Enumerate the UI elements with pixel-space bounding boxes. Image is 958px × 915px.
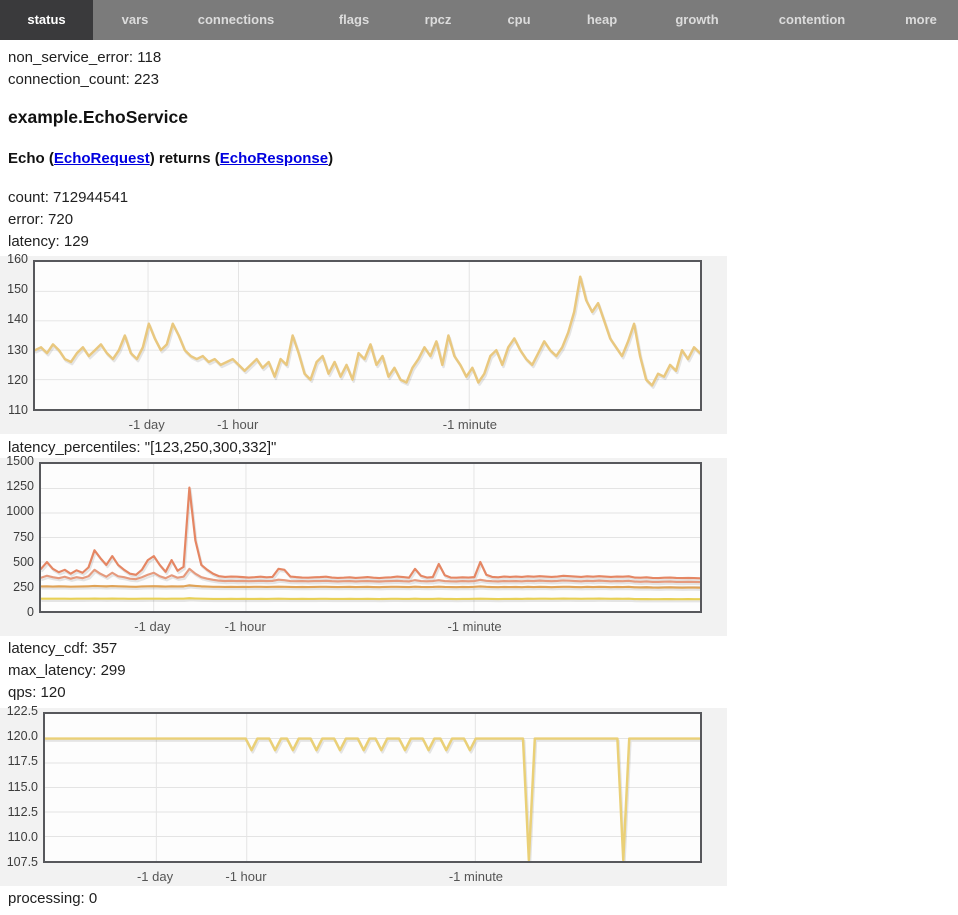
method-prefix: Echo ( <box>8 150 54 167</box>
metric-label: qps <box>8 684 41 701</box>
tab-heap[interactable]: heap <box>587 0 617 40</box>
metric-value: 120 <box>41 684 66 701</box>
y-tick-label: 110.0 <box>8 830 38 844</box>
x-tick-label: -1 hour <box>225 869 266 884</box>
y-axis: 110120130140150160 <box>0 256 33 415</box>
metric-latency-percentiles: latency_percentiles"[123,250,300,332]" <box>8 438 958 458</box>
metric-qps: qps120 <box>8 682 958 704</box>
metric-label: connection_count <box>8 71 134 88</box>
y-tick-label: 115.0 <box>8 780 38 794</box>
metric-value: 720 <box>48 211 73 228</box>
metric-label: latency_cdf <box>8 640 92 657</box>
tab-contention[interactable]: contention <box>779 0 845 40</box>
x-axis: -1 day -1 hour -1 minute <box>39 619 702 635</box>
x-tick-label: -1 minute <box>449 869 503 884</box>
y-tick-label: 500 <box>13 555 34 569</box>
metric-value: "[123,250,300,332]" <box>145 439 277 456</box>
top-nav-bar: status vars connections flags rpcz cpu heap gro… <box>0 0 958 40</box>
y-tick-label: 112.5 <box>8 805 38 819</box>
tab-status[interactable]: status <box>0 0 93 40</box>
plot-area <box>39 462 702 613</box>
bottom-metrics: processing0 <box>0 888 958 910</box>
x-tick-label: -1 day <box>129 417 165 432</box>
y-tick-label: 160 <box>7 252 28 266</box>
metric-value: 118 <box>137 49 161 66</box>
metric-label: latency <box>8 233 64 250</box>
x-tick-label: -1 minute <box>447 619 501 634</box>
y-tick-label: 117.5 <box>8 754 38 768</box>
metric-non-service-error: non_service_error118 <box>8 47 958 69</box>
tab-connections[interactable]: connections <box>198 0 275 40</box>
metric-latency: latency129 <box>8 231 958 253</box>
tab-cpu[interactable]: cpu <box>507 0 530 40</box>
metric-processing: processing0 <box>8 888 958 910</box>
y-tick-label: 120 <box>7 373 28 387</box>
y-tick-label: 1500 <box>6 454 34 468</box>
x-tick-label: -1 day <box>137 869 173 884</box>
mid-metrics: latency_cdf357 max_latency299 qps120 <box>0 638 958 704</box>
status-page: status vars connections flags rpcz cpu heap gro… <box>0 0 958 915</box>
metric-error: error720 <box>8 209 958 231</box>
metric-label: error <box>8 211 48 228</box>
method-signature: Echo (EchoRequest) returns (EchoResponse… <box>8 148 958 170</box>
tab-flags[interactable]: flags <box>339 0 369 40</box>
x-tick-label: -1 hour <box>217 417 258 432</box>
echo-response-link[interactable]: EchoResponse <box>220 150 328 167</box>
latency-percentiles-chart: 0250500750100012501500 -1 day-1 hour-1 m… <box>0 458 727 636</box>
method-mid: ) returns ( <box>150 150 220 167</box>
x-tick-label: -1 day <box>134 619 170 634</box>
tab-more[interactable]: more <box>905 0 937 40</box>
x-tick-label: -1 minute <box>443 417 497 432</box>
tab-growth[interactable]: growth <box>675 0 718 40</box>
y-tick-label: 250 <box>13 580 34 594</box>
metric-label: max_latency <box>8 662 101 679</box>
y-tick-label: 1250 <box>6 479 34 493</box>
global-metrics: non_service_error118 connection_count223 <box>0 47 958 91</box>
y-axis: 0250500750100012501500 <box>0 458 39 617</box>
x-axis: -1 day -1 hour -1 minute <box>33 417 702 433</box>
y-tick-label: 0 <box>27 605 34 619</box>
x-axis: -1 day -1 hour -1 minute <box>43 869 702 885</box>
metric-value: 223 <box>134 71 159 88</box>
metric-label: non_service_error <box>8 49 137 66</box>
y-tick-label: 122.5 <box>7 704 38 718</box>
x-tick-label: -1 hour <box>225 619 266 634</box>
plot-area <box>33 260 702 411</box>
service-title: example.EchoService <box>8 107 958 128</box>
y-tick-label: 110 <box>8 403 28 417</box>
y-axis: 107.5110.0112.5115.0117.5120.0122.5 <box>0 708 43 867</box>
metric-count: count712944541 <box>8 187 958 209</box>
echo-request-link[interactable]: EchoRequest <box>54 150 150 167</box>
tab-rpcz[interactable]: rpcz <box>425 0 452 40</box>
metric-value: 0 <box>89 890 97 907</box>
y-tick-label: 130 <box>7 343 28 357</box>
metric-value: 357 <box>92 640 117 657</box>
method-suffix: ) <box>328 150 333 167</box>
qps-chart: 107.5110.0112.5115.0117.5120.0122.5 -1 d… <box>0 708 727 886</box>
metric-label: count <box>8 189 53 206</box>
tab-vars[interactable]: vars <box>122 0 149 40</box>
y-tick-label: 150 <box>7 282 28 296</box>
y-tick-label: 107.5 <box>7 855 38 869</box>
metric-label: processing <box>8 890 89 907</box>
metric-value: 129 <box>64 233 89 250</box>
metric-connection-count: connection_count223 <box>8 69 958 91</box>
latency-trend-chart: 110120130140150160 -1 day-1 hour-1 minut… <box>0 256 727 434</box>
metric-latency-cdf: latency_cdf357 <box>8 638 958 660</box>
y-tick-label: 120.0 <box>7 729 38 743</box>
metric-value: 299 <box>101 662 126 679</box>
metric-max-latency: max_latency299 <box>8 660 958 682</box>
metric-value: 712944541 <box>53 189 128 206</box>
y-tick-label: 1000 <box>6 504 34 518</box>
y-tick-label: 750 <box>13 530 34 544</box>
plot-area <box>43 712 702 863</box>
method-metrics: count712944541 error720 latency129 <box>0 187 958 253</box>
y-tick-label: 140 <box>7 312 28 326</box>
